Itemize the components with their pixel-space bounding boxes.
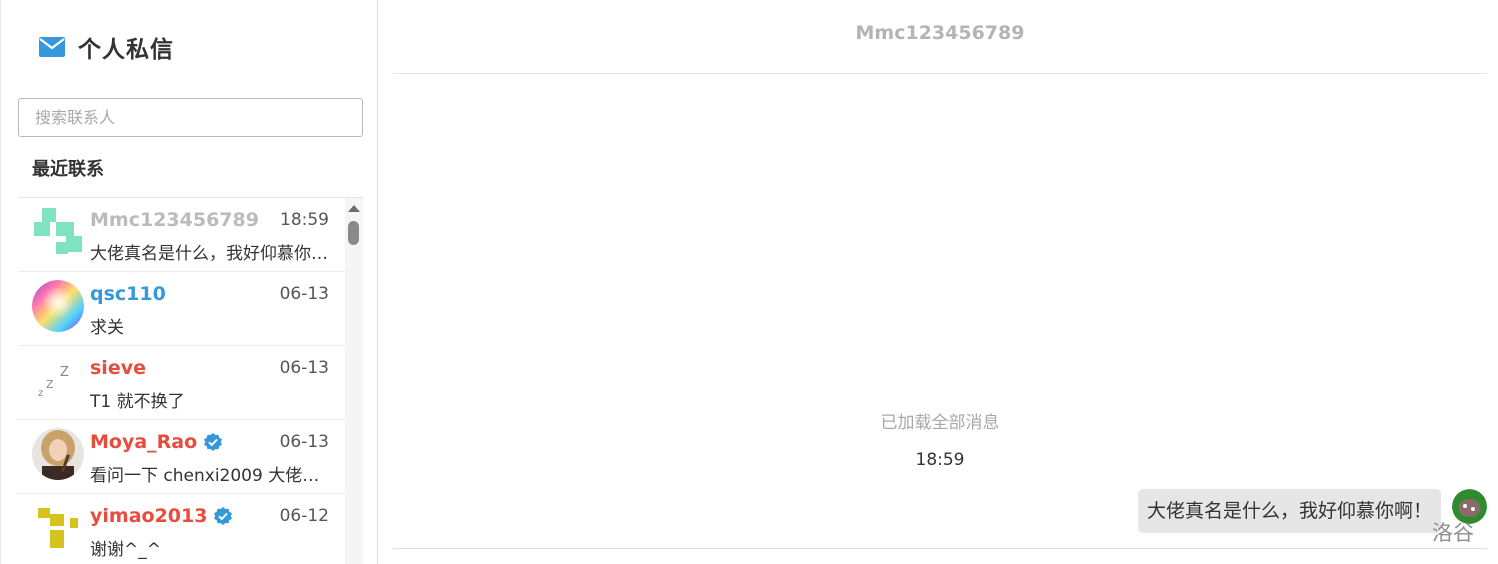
contact-preview: 谢谢^_^ — [90, 540, 161, 560]
recent-contacts-label: 最近联系 — [32, 159, 104, 180]
avatar — [32, 502, 84, 554]
contact-name-text: sieve — [90, 357, 146, 379]
svg-text:Z: Z — [60, 365, 69, 380]
contact-time: 06-13 — [279, 358, 329, 378]
message-bubble: 大佬真名是什么，我好仰慕你啊！ — [1137, 489, 1441, 533]
chat-header: Mmc123456789 — [393, 0, 1487, 74]
verified-badge-icon — [213, 506, 233, 526]
contact-time: 06-13 — [279, 284, 329, 304]
contact-preview: T1 就不换了 — [90, 392, 185, 412]
search-contacts-input[interactable] — [18, 98, 363, 137]
message-timestamp: 18:59 — [915, 450, 965, 470]
sidebar-title: 个人私信 — [78, 37, 174, 63]
contact-preview: 看问一下 chenxi2009 大佬怎么样 — [90, 466, 330, 486]
contact-name[interactable]: sieve — [90, 357, 146, 379]
contact-name-text: yimao2013 — [90, 505, 208, 527]
contact-list-scrollbar[interactable] — [345, 198, 363, 564]
avatar — [32, 206, 84, 258]
contact-preview: 求关 — [90, 318, 124, 338]
chat-title[interactable]: Mmc123456789 — [856, 22, 1025, 44]
contact-item[interactable]: qsc110 06-13 求关 — [18, 272, 345, 346]
avatar: z Z Z — [32, 354, 84, 406]
luogu-watermark: 洛谷 — [1432, 521, 1474, 545]
contact-name[interactable]: qsc110 — [90, 283, 166, 305]
contact-name[interactable]: Moya_Rao — [90, 431, 223, 453]
contact-time: 06-13 — [279, 432, 329, 452]
svg-text:z: z — [38, 388, 43, 399]
mail-icon — [39, 37, 65, 57]
contact-name[interactable]: yimao2013 — [90, 505, 233, 527]
contact-name[interactable]: Mmc123456789 — [90, 209, 259, 231]
verified-badge-icon — [203, 432, 223, 452]
contact-name-text: Mmc123456789 — [90, 209, 259, 231]
contacts-sidebar: 个人私信 最近联系 Mmc123456789 — [0, 0, 378, 564]
avatar — [32, 280, 84, 332]
contact-name-text: Moya_Rao — [90, 431, 198, 453]
scroll-up-arrow-icon[interactable] — [348, 205, 360, 212]
contact-list[interactable]: Mmc123456789 18:59 大佬真名是什么，我好仰慕你啊！ qsc11… — [18, 197, 363, 564]
chat-panel: Mmc123456789 已加载全部消息 18:59 大佬真名是什么，我好仰慕你… — [393, 0, 1487, 564]
contact-name-text: qsc110 — [90, 283, 166, 305]
svg-text:Z: Z — [46, 378, 54, 391]
contact-item[interactable]: Mmc123456789 18:59 大佬真名是什么，我好仰慕你啊！ — [18, 198, 345, 272]
private-messages-app: 个人私信 最近联系 Mmc123456789 — [0, 0, 1498, 564]
all-messages-loaded-notice: 已加载全部消息 — [880, 413, 1000, 433]
contact-item[interactable]: yimao2013 06-12 谢谢^_^ — [18, 494, 345, 564]
scrollbar-thumb[interactable] — [348, 221, 359, 245]
avatar — [32, 428, 84, 480]
sidebar-header: 个人私信 — [39, 30, 174, 64]
contact-time: 06-12 — [279, 506, 329, 526]
contact-item[interactable]: Moya_Rao 06-13 看问一下 chenxi2009 大佬怎么样 — [18, 420, 345, 494]
contact-preview: 大佬真名是什么，我好仰慕你啊！ — [90, 244, 330, 264]
divider — [393, 548, 1487, 549]
contact-time: 18:59 — [280, 210, 329, 230]
contact-item[interactable]: z Z Z sieve 06-13 T1 就不换了 — [18, 346, 345, 420]
